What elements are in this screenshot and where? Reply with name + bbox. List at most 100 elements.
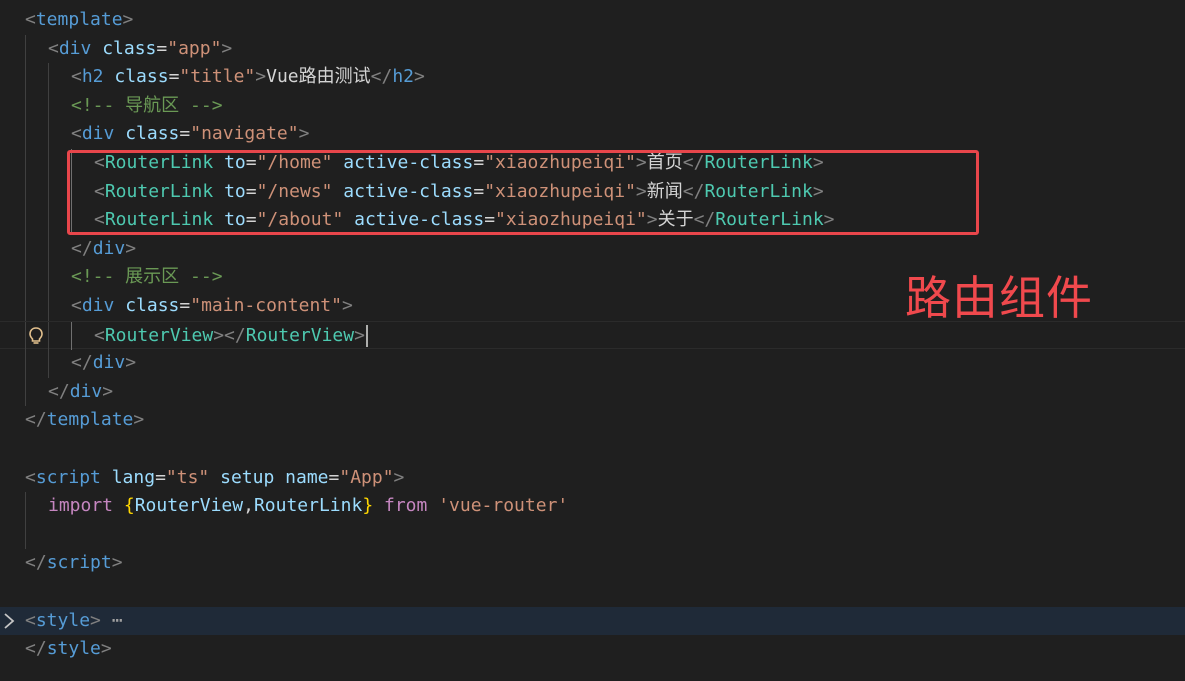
chevron-right-icon[interactable] xyxy=(2,612,16,630)
indent-guide xyxy=(48,91,49,121)
code-token: > xyxy=(354,324,365,346)
code-line[interactable] xyxy=(0,435,1185,464)
code-token: class xyxy=(125,295,180,316)
indent-guide xyxy=(48,206,49,235)
code-line[interactable]: <template> xyxy=(0,6,1185,35)
indent-guide xyxy=(25,63,26,92)
code-token: RouterView xyxy=(134,495,244,517)
code-token: "App" xyxy=(339,466,394,488)
code-token: RouterView xyxy=(104,324,214,346)
code-token: < xyxy=(71,123,82,145)
code-token: > xyxy=(90,609,101,631)
code-text: </div> xyxy=(71,349,136,378)
code-text: <!-- 导航区 --> xyxy=(71,92,223,121)
code-token: "ts" xyxy=(165,466,210,488)
code-token: = xyxy=(179,123,191,145)
indent-guide xyxy=(25,349,26,378)
code-token: </ xyxy=(370,66,393,88)
indent-guide xyxy=(25,91,26,121)
code-line[interactable]: import {RouterView,RouterLink} from 'vue… xyxy=(0,492,1185,521)
code-line[interactable]: <div class="app"> xyxy=(0,34,1185,64)
code-token: < xyxy=(71,295,82,316)
code-token: > xyxy=(100,638,112,660)
code-token: < xyxy=(48,37,59,59)
code-token: "title" xyxy=(179,66,256,88)
code-line[interactable] xyxy=(0,520,1185,550)
code-token: name xyxy=(285,466,329,488)
code-text: <h2 class="title">Vue路由测试</h2> xyxy=(71,63,425,92)
lightbulb-icon[interactable] xyxy=(26,326,46,346)
indent-guide xyxy=(25,234,26,264)
code-text: import {RouterView,RouterLink} from 'vue… xyxy=(48,492,568,521)
code-token: > xyxy=(125,237,137,259)
indent-guide xyxy=(48,63,49,92)
code-text: <div class="navigate"> xyxy=(71,120,309,149)
code-token: style xyxy=(35,609,91,631)
code-token: < xyxy=(94,324,105,346)
code-token: class xyxy=(102,37,157,59)
code-token: script xyxy=(35,466,101,488)
code-token: RouterLink xyxy=(253,495,363,517)
code-line[interactable]: </script> xyxy=(0,549,1185,578)
code-line[interactable]: </div> xyxy=(0,377,1185,407)
code-text: <div class="main-content"> xyxy=(71,292,353,321)
code-token: template xyxy=(35,9,123,30)
code-editor[interactable]: <template> <div class="app"> <h2 class="ti… xyxy=(0,0,1185,681)
code-token: from xyxy=(384,495,428,517)
code-token: > xyxy=(414,66,425,88)
code-line[interactable]: </div> xyxy=(0,234,1185,264)
code-token: "main-content" xyxy=(190,295,342,316)
indent-guide xyxy=(25,34,26,64)
code-token: > xyxy=(298,123,310,145)
code-token: </ xyxy=(25,409,47,431)
indent-guide xyxy=(25,292,26,321)
code-token: = xyxy=(156,37,168,59)
code-token: "app" xyxy=(167,37,222,59)
code-line[interactable]: <!-- 导航区 --> xyxy=(0,91,1185,121)
code-text: </style> xyxy=(25,635,112,664)
code-token: < xyxy=(25,466,36,488)
code-token: ⋯ xyxy=(100,609,123,631)
indent-guide xyxy=(25,149,26,178)
code-token: = xyxy=(168,66,180,88)
code-token: > xyxy=(125,352,137,374)
code-token: div xyxy=(69,380,103,402)
code-line[interactable] xyxy=(0,578,1185,607)
code-line[interactable]: </style> xyxy=(0,635,1185,664)
code-token: </ xyxy=(48,380,70,402)
code-token: < xyxy=(71,66,82,88)
code-token: < xyxy=(25,9,36,30)
code-line[interactable]: <h2 class="title">Vue路由测试</h2> xyxy=(0,63,1185,92)
indent-guide xyxy=(48,349,49,378)
code-token: , xyxy=(243,495,254,517)
code-text: <template> xyxy=(25,6,133,35)
code-line[interactable]: <div class="navigate"> xyxy=(0,120,1185,149)
code-line[interactable]: </template> xyxy=(0,406,1185,435)
code-token: h2 xyxy=(81,66,104,88)
code-token: RouterView xyxy=(245,324,355,346)
router-link-highlight-box xyxy=(67,150,979,235)
code-line[interactable]: <style> ⋯ xyxy=(0,606,1185,636)
code-token: > xyxy=(133,409,145,431)
indent-guide xyxy=(25,377,26,407)
text-cursor xyxy=(365,324,368,347)
code-token: <!-- 导航区 --> xyxy=(71,94,223,116)
code-token: { xyxy=(123,495,135,517)
code-text: <div class="app"> xyxy=(48,35,232,64)
code-token: </ xyxy=(71,352,93,374)
code-line[interactable]: </div> xyxy=(0,349,1185,378)
code-token: > xyxy=(221,37,233,59)
router-component-annotation: 路由组件 xyxy=(905,271,1093,325)
indent-guide xyxy=(48,177,49,207)
code-line[interactable]: <script lang="ts" setup name="App"> xyxy=(0,464,1185,493)
code-token: > xyxy=(341,295,353,316)
code-token: script xyxy=(46,552,112,574)
indent-guide xyxy=(71,321,72,351)
